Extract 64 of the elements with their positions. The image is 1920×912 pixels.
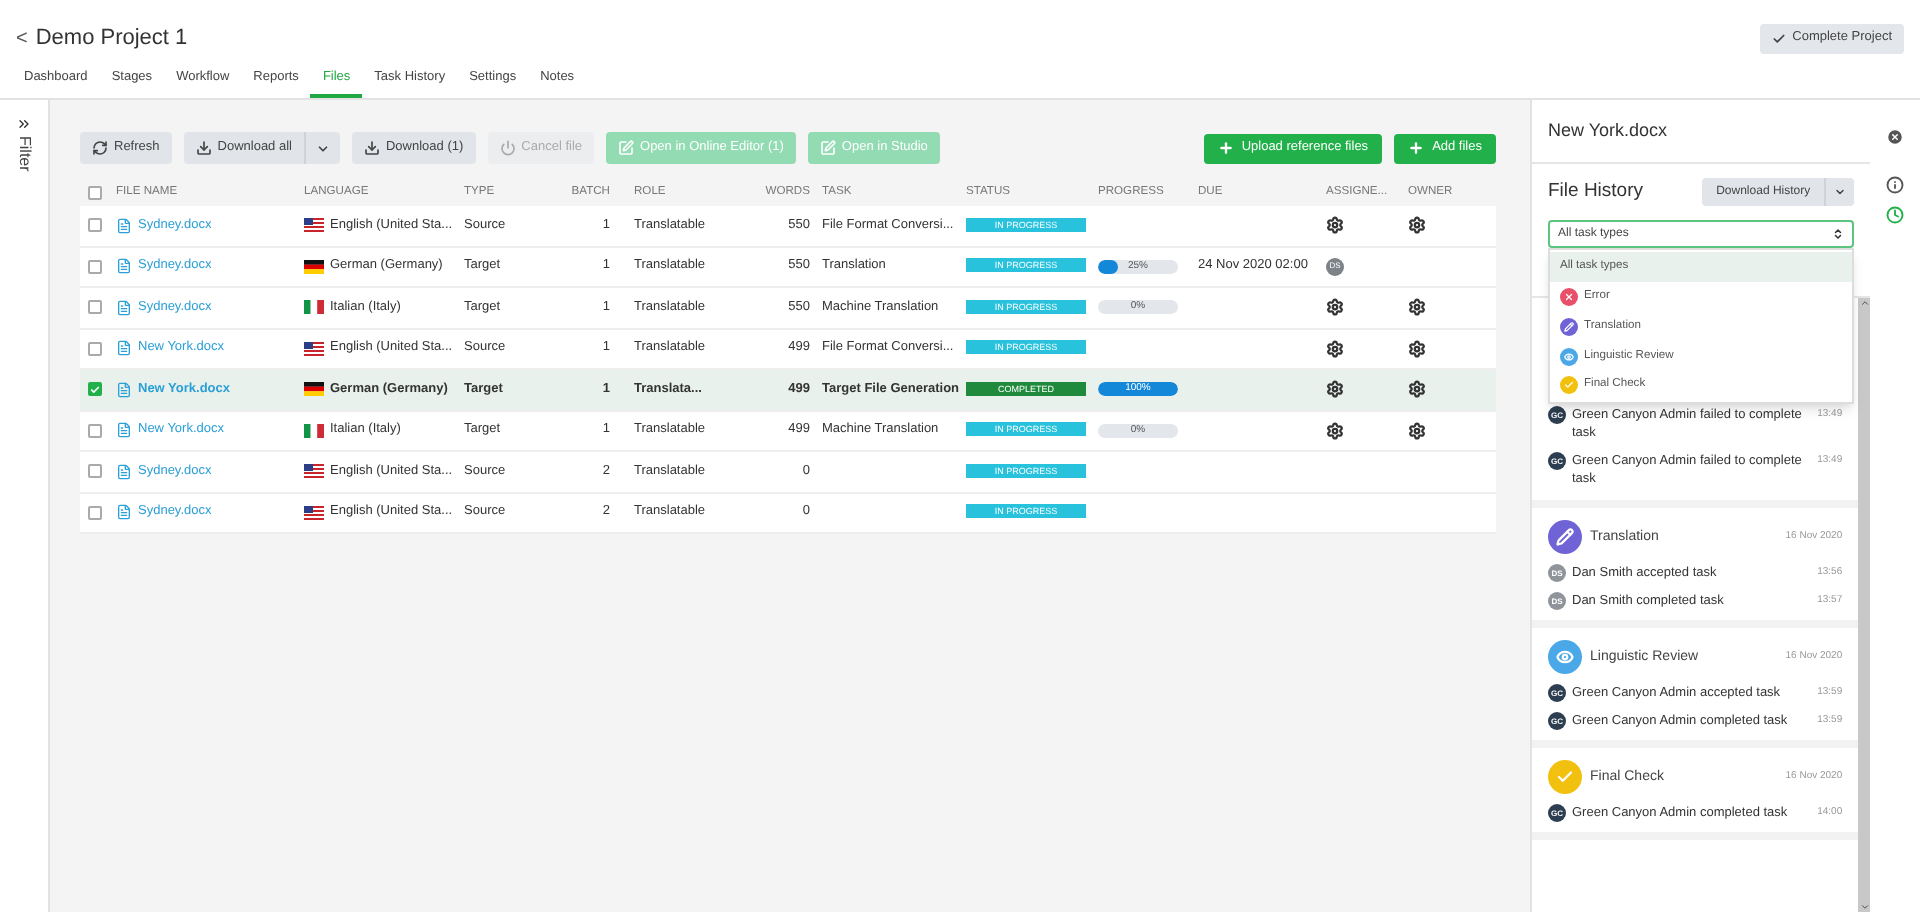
download-icon: [195, 140, 212, 156]
flag-icon: [304, 464, 324, 479]
eye-icon: [1560, 347, 1578, 366]
pencil-icon: [1560, 317, 1578, 336]
checkbox[interactable]: [88, 259, 102, 274]
expand-icon: [16, 116, 32, 132]
check-icon: [1560, 376, 1578, 395]
flag-icon: [304, 218, 324, 233]
gear-icon[interactable]: [1408, 298, 1426, 317]
document-icon: [116, 504, 132, 521]
checkbox[interactable]: [88, 218, 102, 233]
plus-icon: [1408, 140, 1425, 156]
gear-icon[interactable]: [1326, 380, 1344, 399]
power-icon: [499, 140, 516, 156]
document-icon: [116, 340, 132, 357]
plus-icon: [1217, 140, 1234, 156]
panel-file-title: New York.docx: [1548, 117, 1668, 144]
gear-icon[interactable]: [1408, 216, 1426, 235]
back-link[interactable]: <: [16, 23, 28, 53]
check-icon: [1772, 31, 1787, 45]
gear-icon[interactable]: [1326, 421, 1344, 440]
gear-icon[interactable]: [1408, 339, 1426, 358]
scrollbar[interactable]: [1858, 298, 1871, 912]
gear-icon[interactable]: [1408, 380, 1426, 399]
scroll-down-icon[interactable]: [1859, 902, 1870, 912]
sort-icon: [1832, 228, 1845, 241]
flag-icon: [304, 341, 324, 356]
edit-icon: [819, 140, 836, 156]
checkbox[interactable]: [88, 382, 102, 397]
document-icon: [116, 299, 132, 316]
flag-icon: [304, 505, 324, 520]
checkbox[interactable]: [88, 300, 102, 315]
download-icon: [363, 140, 380, 156]
refresh-icon: [92, 140, 108, 156]
check-icon: [90, 383, 100, 396]
checkbox[interactable]: [88, 464, 102, 479]
checkbox[interactable]: [88, 423, 102, 438]
caret-icon: [315, 141, 330, 155]
document-icon: [116, 422, 132, 439]
clock-icon[interactable]: [1886, 206, 1905, 224]
caret-icon: [1834, 186, 1847, 199]
checkbox[interactable]: [88, 341, 102, 356]
gear-icon[interactable]: [1326, 298, 1344, 317]
cross-icon: [1560, 287, 1578, 306]
document-icon: [116, 258, 132, 275]
flag-icon: [304, 300, 324, 315]
document-icon: [116, 381, 132, 398]
flag-icon: [304, 423, 324, 438]
project-title: Demo Project 1: [35, 23, 188, 54]
scroll-up-icon[interactable]: [1859, 298, 1870, 309]
gear-icon[interactable]: [1326, 339, 1344, 358]
gear-icon[interactable]: [1408, 421, 1426, 440]
gear-icon[interactable]: [1326, 216, 1344, 235]
checkbox[interactable]: [88, 505, 102, 520]
panel-title: File History: [1548, 178, 1644, 206]
document-icon: [116, 217, 132, 234]
checkbox[interactable]: [88, 185, 102, 199]
flag-icon: [304, 382, 324, 397]
flag-icon: [304, 259, 324, 274]
document-icon: [116, 463, 132, 480]
filter-label[interactable]: Filter: [12, 136, 36, 172]
close-icon[interactable]: [1886, 128, 1905, 146]
edit-icon: [618, 140, 635, 156]
info-icon[interactable]: [1886, 176, 1905, 194]
